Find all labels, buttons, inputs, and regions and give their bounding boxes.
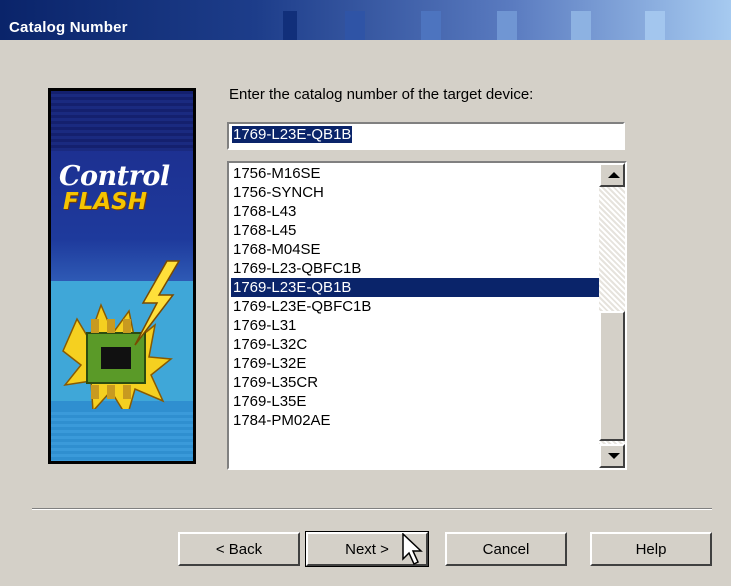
list-item[interactable]: 1769-L23E-QBFC1B	[231, 297, 601, 316]
catalog-listbox[interactable]: 1756-M16SE 1756-SYNCH 1768-L43 1768-L45 …	[227, 161, 627, 470]
catalog-number-input[interactable]: 1769-L23E-QB1B	[227, 122, 625, 150]
controlflash-logo: Control FLASH	[48, 88, 196, 464]
list-item[interactable]: 1768-L43	[231, 202, 601, 221]
list-item[interactable]: 1769-L32E	[231, 354, 601, 373]
arrow-up-icon	[608, 172, 620, 178]
title-bar-block	[345, 11, 365, 40]
title-bar-block	[571, 11, 591, 40]
title-bar-block	[497, 11, 517, 40]
title-bar-block	[283, 11, 297, 40]
list-item[interactable]: 1769-L31	[231, 316, 601, 335]
catalog-list-items: 1756-M16SE 1756-SYNCH 1768-L43 1768-L45 …	[231, 164, 601, 430]
logo-control-text: Control	[59, 161, 170, 192]
title-bar: Catalog Number	[0, 0, 731, 40]
list-scrollbar[interactable]	[599, 163, 625, 468]
back-button[interactable]: < Back	[178, 532, 300, 566]
scroll-thumb[interactable]	[599, 311, 625, 441]
catalog-number-value: 1769-L23E-QB1B	[232, 126, 353, 143]
title-bar-block	[645, 11, 665, 40]
cancel-button[interactable]: Cancel	[445, 532, 567, 566]
list-item[interactable]: 1768-M04SE	[231, 240, 601, 259]
list-item-selected[interactable]: 1769-L23E-QB1B	[231, 278, 601, 297]
logo-bottom-band	[51, 409, 193, 461]
list-item[interactable]: 1769-L35CR	[231, 373, 601, 392]
list-item[interactable]: 1756-M16SE	[231, 164, 601, 183]
arrow-down-icon	[608, 453, 620, 459]
logo-panel: Control FLASH	[51, 91, 193, 461]
list-item[interactable]: 1769-L23-QBFC1B	[231, 259, 601, 278]
logo-top-band	[51, 91, 193, 151]
catalog-prompt-label: Enter the catalog number of the target d…	[229, 86, 534, 103]
scroll-up-button[interactable]	[599, 163, 625, 187]
title-bar-block	[421, 11, 441, 40]
window-title: Catalog Number	[9, 19, 128, 36]
list-item[interactable]: 1784-PM02AE	[231, 411, 601, 430]
list-item[interactable]: 1768-L45	[231, 221, 601, 240]
list-item[interactable]: 1756-SYNCH	[231, 183, 601, 202]
list-item[interactable]: 1769-L35E	[231, 392, 601, 411]
scroll-down-button[interactable]	[599, 444, 625, 468]
mouse-cursor-icon	[402, 533, 423, 566]
logo-flash-text: FLASH	[63, 189, 147, 215]
help-button[interactable]: Help	[590, 532, 712, 566]
list-item[interactable]: 1769-L32C	[231, 335, 601, 354]
footer-separator	[32, 508, 712, 510]
